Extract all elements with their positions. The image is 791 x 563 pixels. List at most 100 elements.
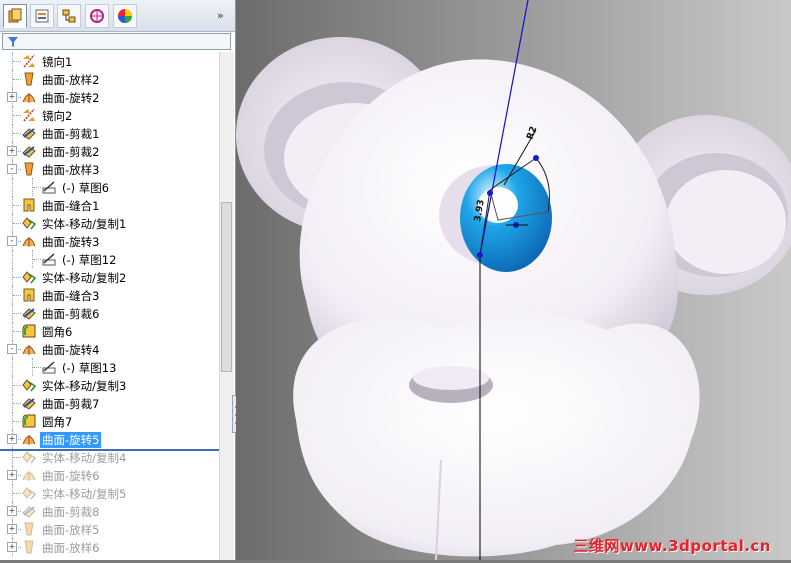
configuration-manager-icon <box>62 9 76 23</box>
feature-tree: 镜向1 曲面-放样2 + 曲面-旋转2 镜向2 曲面-剪裁1 + 曲面-剪裁2 - 曲面-放样3 (… <box>0 52 219 560</box>
tree-item[interactable]: + 曲面-旋转6 <box>0 466 219 484</box>
move-feature-icon <box>22 271 37 284</box>
tree-item[interactable]: + 曲面-旋转2 <box>0 88 219 106</box>
tree-item[interactable]: 镜向2 <box>0 106 219 124</box>
tree-item-label: 曲面-旋转3 <box>42 235 100 249</box>
dimxpert-manager-tab[interactable] <box>85 4 109 28</box>
revolve-feature-icon <box>22 93 36 103</box>
trim-feature-icon <box>22 398 36 410</box>
tree-item-label: 实体-移动/复制2 <box>42 271 127 285</box>
tree-item[interactable]: 圆角7 <box>0 412 219 430</box>
tree-item[interactable]: + 曲面-放样6 <box>0 538 219 556</box>
sketch-point <box>477 252 483 258</box>
tree-item-label: (-) 草图13 <box>62 361 117 375</box>
sketch-feature-icon <box>42 253 56 266</box>
revolve-feature-icon <box>22 345 36 355</box>
property-manager-tab[interactable] <box>30 4 54 28</box>
tree-item-label: 曲面-缝合1 <box>42 199 100 213</box>
sketch-feature-icon <box>42 181 56 194</box>
tree-item-label: 曲面-旋转6 <box>42 469 100 483</box>
tree-item-label: 曲面-放样6 <box>42 541 100 555</box>
feature-manager-icon <box>8 8 22 23</box>
model-view: 3.93 R2 <box>236 0 791 561</box>
property-manager-icon <box>35 9 49 23</box>
scrollbar-thumb[interactable] <box>221 202 232 372</box>
tree-expander[interactable]: + <box>7 524 17 534</box>
move-feature-icon <box>22 487 37 500</box>
tree-expander[interactable]: + <box>7 542 17 552</box>
tree-item-label: 曲面-放样3 <box>42 163 100 177</box>
loft-feature-icon <box>24 162 34 176</box>
graphics-viewport[interactable]: 3.93 R2 三维网www.3dportal.cn <box>236 0 791 561</box>
tree-expander[interactable]: + <box>7 92 17 102</box>
tree-item[interactable]: (-) 草图6 <box>0 178 219 196</box>
feature-manager-panel: » 镜向1 曲面-放样2 + 曲面-旋转2 镜向2 曲面-剪裁1 + 曲面-剪裁2 - 曲面-放样… <box>0 0 236 560</box>
tree-item-label: 镜向1 <box>42 55 73 69</box>
tree-item[interactable]: 曲面-缝合3 <box>0 286 219 304</box>
tree-expander[interactable]: + <box>7 506 17 516</box>
tree-expander[interactable]: - <box>7 164 17 174</box>
sketch-point <box>487 190 493 196</box>
mouth-upper <box>413 366 489 390</box>
tree-item[interactable]: 曲面-剪裁1 <box>0 124 219 142</box>
tree-item[interactable]: 曲面-剪裁6 <box>0 304 219 322</box>
knit-feature-icon <box>23 288 35 302</box>
trim-feature-icon <box>22 146 36 158</box>
tree-item[interactable]: 实体-移动/复制1 <box>0 214 219 232</box>
tree-item[interactable]: - 曲面-旋转3 <box>0 232 219 250</box>
filter-bar[interactable] <box>2 33 231 50</box>
fillet-feature-icon <box>22 324 36 338</box>
tree-item[interactable]: 实体-移动/复制2 <box>0 268 219 286</box>
loft-feature-icon <box>24 540 34 554</box>
tree-item[interactable]: + 曲面-剪裁2 <box>0 142 219 160</box>
tree-expander[interactable]: - <box>7 344 17 354</box>
tree-item[interactable]: 曲面-缝合1 <box>0 196 219 214</box>
display-manager-tab[interactable] <box>113 4 137 28</box>
tree-item-label: 实体-移动/复制5 <box>42 487 127 501</box>
tree-item[interactable]: (-) 草图12 <box>0 250 219 268</box>
feature-manager-tab[interactable] <box>3 4 27 28</box>
tree-item[interactable]: - 曲面-旋转4 <box>0 340 219 358</box>
dimxpert-icon <box>90 9 104 23</box>
rollback-bar[interactable] <box>0 449 219 451</box>
display-manager-icon <box>118 9 132 23</box>
tree-expander[interactable]: + <box>7 434 17 444</box>
manager-tab-bar: » <box>0 0 235 32</box>
tree-scrollbar[interactable] <box>219 52 234 560</box>
revolve-feature-icon <box>22 471 36 481</box>
move-feature-icon <box>22 379 37 392</box>
move-feature-icon <box>22 217 37 230</box>
tree-item[interactable]: + 曲面-旋转5 <box>0 430 219 448</box>
move-feature-icon <box>22 451 37 464</box>
mirror-feature-icon <box>23 108 35 122</box>
tree-item-label: 实体-移动/复制1 <box>42 217 127 231</box>
tree-item[interactable]: (-) 草图13 <box>0 358 219 376</box>
tree-expander[interactable]: - <box>7 236 17 246</box>
filter-icon <box>8 37 18 47</box>
tree-item-label: 实体-移动/复制3 <box>42 379 127 393</box>
tree-item-label: 曲面-旋转2 <box>42 91 100 105</box>
trim-feature-icon <box>22 308 36 320</box>
tree-item-label: 曲面-旋转5 <box>40 432 102 448</box>
sketch-point <box>533 155 539 161</box>
tree-item-label: 实体-移动/复制4 <box>42 451 127 465</box>
collapse-panel-button[interactable]: » <box>217 9 224 22</box>
loft-feature-icon <box>24 522 34 536</box>
tree-item[interactable]: 镜向1 <box>0 52 219 70</box>
tree-expander[interactable]: + <box>7 146 17 156</box>
tree-item[interactable]: + 曲面-放样5 <box>0 520 219 538</box>
tree-item[interactable]: 实体-移动/复制5 <box>0 484 219 502</box>
configuration-manager-tab[interactable] <box>57 4 81 28</box>
tree-expander[interactable]: + <box>7 470 17 480</box>
revolve-feature-icon <box>22 237 36 247</box>
tree-item[interactable]: 圆角6 <box>0 322 219 340</box>
tree-item-label: (-) 草图6 <box>62 181 110 195</box>
tree-item[interactable]: 曲面-放样2 <box>0 70 219 88</box>
tree-item[interactable]: 曲面-剪裁7 <box>0 394 219 412</box>
tree-item[interactable]: - 曲面-放样3 <box>0 160 219 178</box>
tree-item-label: (-) 草图12 <box>62 253 117 267</box>
tree-item[interactable]: 实体-移动/复制3 <box>0 376 219 394</box>
tree-item-label: 曲面-放样5 <box>42 523 100 537</box>
tree-item[interactable]: + 曲面-剪裁8 <box>0 502 219 520</box>
trim-feature-icon <box>22 506 36 518</box>
